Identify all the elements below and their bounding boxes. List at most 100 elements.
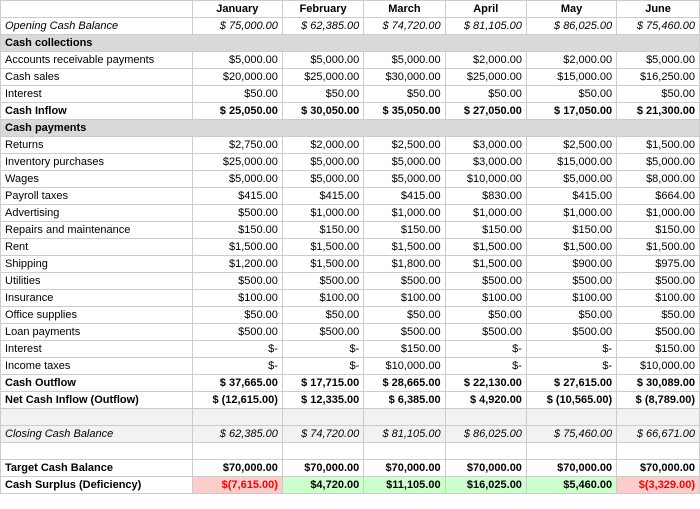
row-label: Cash Inflow — [1, 103, 193, 120]
row-label: Insurance — [1, 290, 193, 307]
row-value: $500.00 — [364, 273, 445, 290]
row-value: $2,500.00 — [364, 137, 445, 154]
row-value: $ (12,615.00) — [192, 392, 282, 409]
row-label: Payroll taxes — [1, 188, 193, 205]
row-value: $150.00 — [192, 222, 282, 239]
row-label: Inventory purchases — [1, 154, 193, 171]
row-value: $830.00 — [445, 188, 526, 205]
row-value: $5,000.00 — [282, 171, 363, 188]
row-label: Income taxes — [1, 358, 193, 375]
surplus-value: $4,720.00 — [282, 477, 363, 494]
row-value: $50.00 — [617, 86, 700, 103]
row-value: $2,750.00 — [192, 137, 282, 154]
row-value: $ 74,720.00 — [282, 426, 363, 443]
row-value: $1,000.00 — [445, 205, 526, 222]
row-value: $415.00 — [526, 188, 616, 205]
row-value: $ 22,130.00 — [445, 375, 526, 392]
label-header — [1, 1, 193, 18]
row-value: $ 75,460.00 — [617, 18, 700, 35]
row-value: $ 74,720.00 — [364, 18, 445, 35]
row-value: $500.00 — [282, 273, 363, 290]
row-value: $8,000.00 — [617, 171, 700, 188]
row-value: $500.00 — [445, 324, 526, 341]
row-value: $5,000.00 — [192, 171, 282, 188]
row-value: $ (10,565.00) — [526, 392, 616, 409]
row-value: $2,000.00 — [445, 52, 526, 69]
row-value: $ 27,615.00 — [526, 375, 616, 392]
row-value: $50.00 — [445, 307, 526, 324]
table-row: Wages$5,000.00$5,000.00$5,000.00$10,000.… — [1, 171, 700, 188]
row-value: $30,000.00 — [364, 69, 445, 86]
row-value: $2,000.00 — [526, 52, 616, 69]
february-header: February — [282, 1, 363, 18]
row-value: $415.00 — [192, 188, 282, 205]
table-row: Net Cash Inflow (Outflow)$ (12,615.00) $ … — [1, 392, 700, 409]
row-value: $- — [526, 358, 616, 375]
row-value: $ 75,000.00 — [192, 18, 282, 35]
row-value: $10,000.00 — [617, 358, 700, 375]
row-value: $415.00 — [282, 188, 363, 205]
table-row: Cash sales$20,000.00$25,000.00$30,000.00… — [1, 69, 700, 86]
row-value: $ 35,050.00 — [364, 103, 445, 120]
table-row: Utilities$500.00$500.00$500.00$500.00$50… — [1, 273, 700, 290]
row-value: $50.00 — [617, 307, 700, 324]
row-value: $50.00 — [445, 86, 526, 103]
june-header: June — [617, 1, 700, 18]
row-value: $10,000.00 — [445, 171, 526, 188]
table-row: Loan payments$500.00$500.00$500.00$500.0… — [1, 324, 700, 341]
row-value: $70,000.00 — [282, 460, 363, 477]
row-label: Interest — [1, 341, 193, 358]
row-value: $3,000.00 — [445, 137, 526, 154]
row-value: $1,500.00 — [445, 256, 526, 273]
table-row: Closing Cash Balance$ 62,385.00$ 74,720.… — [1, 426, 700, 443]
row-value: $ 17,715.00 — [282, 375, 363, 392]
row-value: $500.00 — [526, 273, 616, 290]
row-value: $5,000.00 — [192, 52, 282, 69]
row-value: $ 62,385.00 — [282, 18, 363, 35]
table-row: Income taxes$-$-$10,000.00$-$-$10,000.00 — [1, 358, 700, 375]
row-value: $1,500.00 — [192, 239, 282, 256]
row-value: $1,000.00 — [282, 205, 363, 222]
row-label: Net Cash Inflow (Outflow) — [1, 392, 193, 409]
surplus-label: Cash Surplus (Deficiency) — [1, 477, 193, 494]
row-value: $150.00 — [364, 341, 445, 358]
row-label: Opening Cash Balance — [1, 18, 193, 35]
row-value: $50.00 — [526, 86, 616, 103]
table-row: Interest$-$-$150.00$-$-$150.00 — [1, 341, 700, 358]
row-value: $1,000.00 — [526, 205, 616, 222]
row-label: Cash sales — [1, 69, 193, 86]
row-value: $150.00 — [364, 222, 445, 239]
row-value: $2,000.00 — [282, 137, 363, 154]
row-value: $100.00 — [445, 290, 526, 307]
row-value: $900.00 — [526, 256, 616, 273]
row-value: $15,000.00 — [526, 154, 616, 171]
row-value: $664.00 — [617, 188, 700, 205]
row-label: Advertising — [1, 205, 193, 222]
table-row: Interest$50.00$50.00$50.00$50.00$50.00$5… — [1, 86, 700, 103]
row-value: $150.00 — [526, 222, 616, 239]
row-value: $ 66,671.00 — [617, 426, 700, 443]
row-value: $500.00 — [445, 273, 526, 290]
surplus-value: $(3,329.00) — [617, 477, 700, 494]
row-value: $500.00 — [192, 273, 282, 290]
row-value: $ 25,050.00 — [192, 103, 282, 120]
row-label: Shipping — [1, 256, 193, 273]
row-value: $25,000.00 — [445, 69, 526, 86]
row-value: $100.00 — [364, 290, 445, 307]
surplus-value: $11,105.00 — [364, 477, 445, 494]
row-value: $70,000.00 — [526, 460, 616, 477]
row-value: $ 4,920.00 — [445, 392, 526, 409]
row-value: $ 28,665.00 — [364, 375, 445, 392]
cash-payments-header: Cash payments — [1, 120, 700, 137]
row-value: $975.00 — [617, 256, 700, 273]
surplus-row: Cash Surplus (Deficiency)$(7,615.00)$4,7… — [1, 477, 700, 494]
row-value: $15,000.00 — [526, 69, 616, 86]
table-row: Accounts receivable payments$5,000.00$5,… — [1, 52, 700, 69]
row-label: Accounts receivable payments — [1, 52, 193, 69]
row-label: Cash Outflow — [1, 375, 193, 392]
row-value: $70,000.00 — [617, 460, 700, 477]
row-value: $5,000.00 — [617, 154, 700, 171]
row-value: $100.00 — [526, 290, 616, 307]
table-row: Target Cash Balance$70,000.00$70,000.00$… — [1, 460, 700, 477]
row-value: $3,000.00 — [445, 154, 526, 171]
